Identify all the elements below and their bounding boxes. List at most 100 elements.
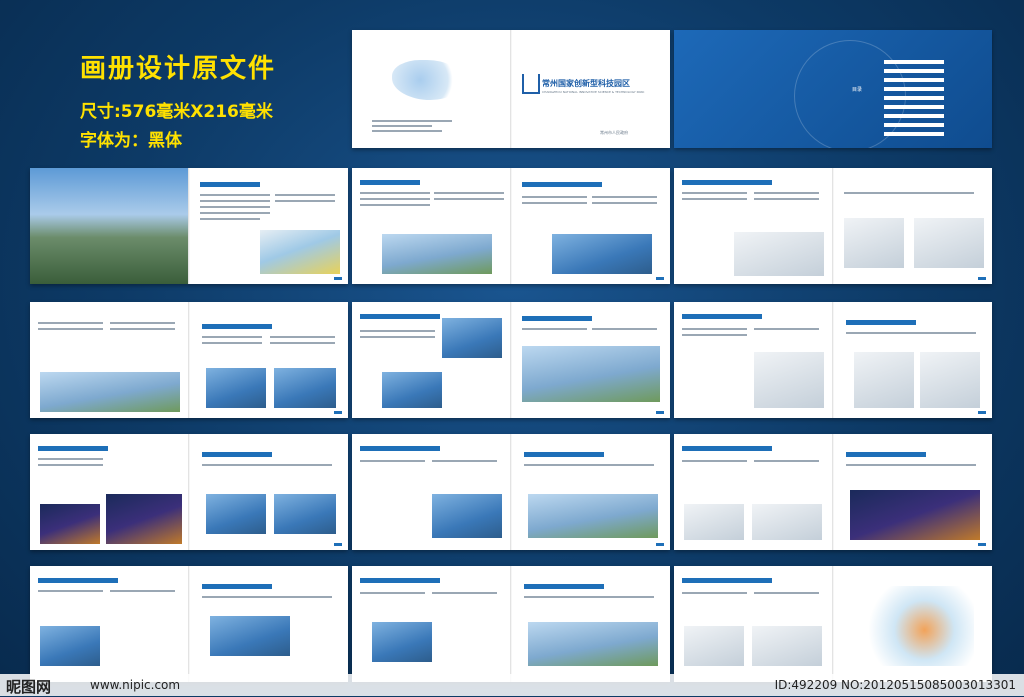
photo bbox=[684, 626, 744, 666]
text-line bbox=[110, 328, 175, 330]
photo bbox=[854, 352, 914, 408]
photo bbox=[844, 218, 904, 268]
text-line bbox=[38, 322, 103, 324]
page-number bbox=[656, 277, 664, 280]
fold bbox=[832, 566, 834, 682]
watermark-bar: 昵图网 www.nipic.com ID:492209 NO:201205150… bbox=[0, 674, 1024, 696]
photo bbox=[752, 504, 822, 540]
fold bbox=[188, 566, 190, 682]
page-number bbox=[656, 543, 664, 546]
photo bbox=[920, 352, 980, 408]
photo bbox=[382, 234, 492, 274]
page-spread bbox=[30, 434, 348, 550]
page-spread bbox=[352, 168, 670, 284]
toc-item bbox=[884, 105, 944, 109]
photo bbox=[274, 494, 336, 534]
text-line bbox=[754, 198, 819, 200]
text-line bbox=[200, 212, 270, 214]
page-spread bbox=[30, 168, 348, 284]
text-line bbox=[360, 192, 430, 194]
photo bbox=[40, 626, 100, 666]
photo bbox=[552, 234, 652, 274]
text-line bbox=[524, 464, 654, 466]
text-line bbox=[360, 336, 435, 338]
photo bbox=[106, 494, 182, 544]
text-line bbox=[360, 592, 425, 594]
fold bbox=[510, 30, 512, 148]
section-header bbox=[682, 578, 772, 583]
fold bbox=[510, 434, 512, 550]
text-line bbox=[38, 458, 103, 460]
text-line bbox=[360, 330, 435, 332]
text-line bbox=[38, 464, 103, 466]
park-name-en: CHANGZHOU NATIONAL INNOVATIVE SCIENCE & … bbox=[542, 90, 645, 94]
toc-item bbox=[884, 60, 944, 64]
text-line bbox=[275, 200, 335, 202]
text-line bbox=[592, 196, 657, 198]
map-graphic bbox=[864, 586, 974, 666]
fold bbox=[188, 302, 190, 418]
title-block: 画册设计原文件 尺寸:576毫米X216毫米 字体为：黑体 bbox=[80, 48, 276, 151]
toc-item bbox=[884, 87, 944, 91]
text-line bbox=[202, 596, 332, 598]
photo bbox=[528, 494, 658, 538]
watermark-url[interactable]: www.nipic.com bbox=[90, 678, 180, 692]
text-line bbox=[202, 336, 262, 338]
publisher: 常州市人民政府 bbox=[600, 130, 628, 135]
section-header bbox=[202, 584, 272, 589]
section-header bbox=[682, 314, 762, 319]
page-spread bbox=[30, 302, 348, 418]
text-line bbox=[360, 204, 430, 206]
contact-line bbox=[372, 120, 452, 122]
toc-label: 目录 bbox=[852, 87, 863, 93]
text-line bbox=[270, 336, 335, 338]
page-number bbox=[978, 411, 986, 414]
section-header bbox=[522, 182, 602, 187]
page-spread bbox=[30, 566, 348, 682]
text-line bbox=[270, 342, 335, 344]
text-line bbox=[754, 460, 819, 462]
text-line bbox=[846, 464, 976, 466]
text-line bbox=[682, 334, 747, 336]
text-line bbox=[110, 590, 175, 592]
fold bbox=[832, 168, 834, 284]
photo bbox=[274, 368, 336, 408]
text-line bbox=[360, 198, 430, 200]
fold bbox=[832, 302, 834, 418]
section-header bbox=[38, 578, 118, 583]
photo bbox=[684, 504, 744, 540]
cover-spread: 常州国家创新型科技园区 CHANGZHOU NATIONAL INNOVATIV… bbox=[352, 30, 670, 148]
section-header bbox=[202, 324, 272, 329]
photo bbox=[30, 168, 188, 284]
photo bbox=[752, 626, 822, 666]
photo bbox=[382, 372, 442, 408]
page-number bbox=[978, 277, 986, 280]
text-line bbox=[682, 592, 747, 594]
fold bbox=[188, 434, 190, 550]
section-header bbox=[682, 180, 772, 185]
toc-item bbox=[884, 114, 944, 118]
text-line bbox=[682, 460, 747, 462]
section-header bbox=[360, 446, 440, 451]
fold bbox=[510, 168, 512, 284]
page-number bbox=[334, 543, 342, 546]
photo bbox=[754, 352, 824, 408]
world-map-graphic bbox=[392, 60, 462, 100]
photo bbox=[522, 346, 660, 402]
page-spread bbox=[674, 302, 992, 418]
page-spread bbox=[352, 566, 670, 682]
page-spread bbox=[674, 168, 992, 284]
photo bbox=[734, 232, 824, 276]
park-name: 常州国家创新型科技园区 bbox=[542, 79, 630, 88]
text-line bbox=[202, 464, 332, 466]
page-spread bbox=[674, 434, 992, 550]
font-spec: 字体为：黑体 bbox=[80, 131, 182, 151]
text-line bbox=[434, 198, 504, 200]
toc-item bbox=[884, 132, 944, 136]
photo bbox=[442, 318, 502, 358]
text-line bbox=[202, 342, 262, 344]
page-spread bbox=[674, 566, 992, 682]
toc-item bbox=[884, 96, 944, 100]
page-number bbox=[334, 277, 342, 280]
page-spread bbox=[352, 302, 670, 418]
